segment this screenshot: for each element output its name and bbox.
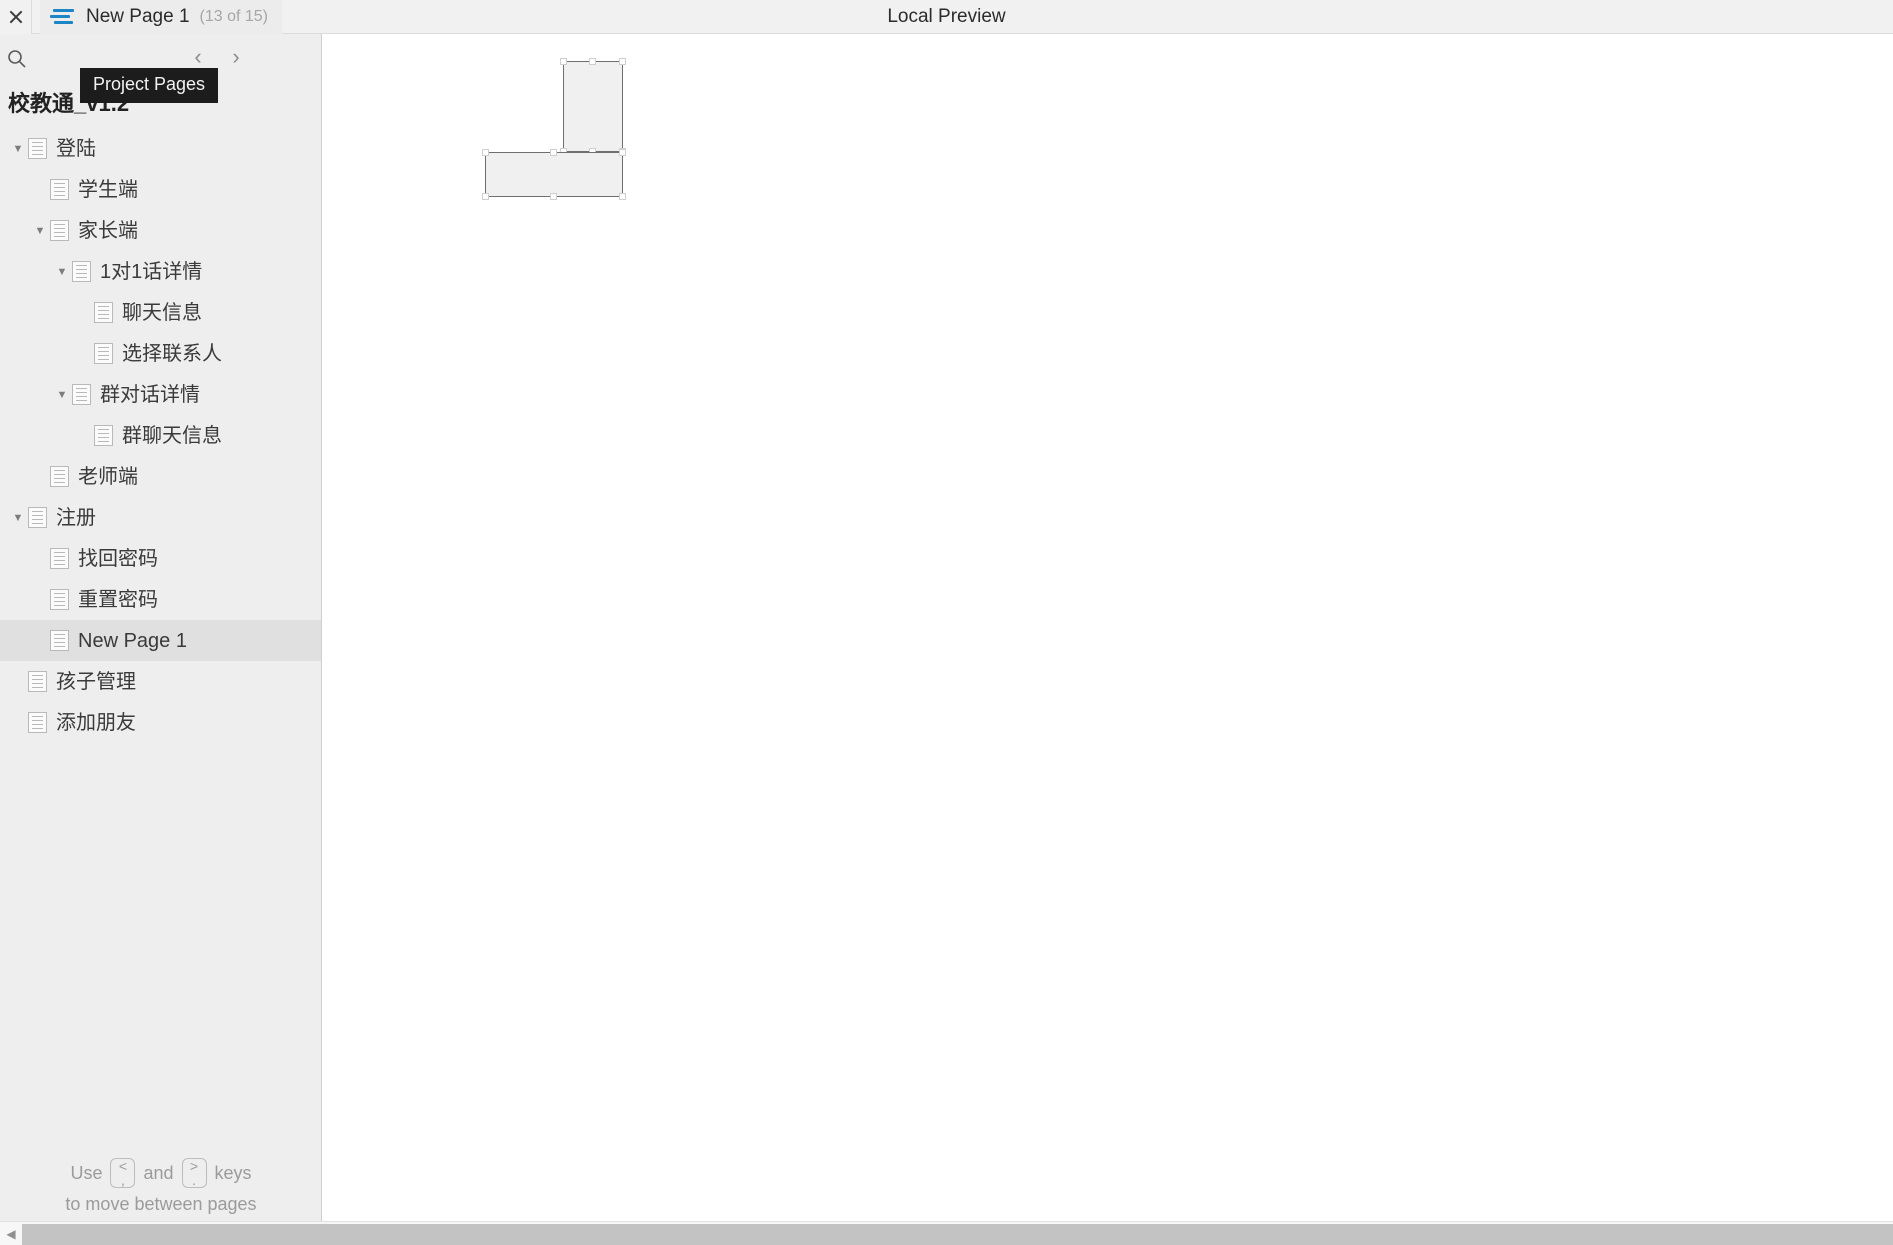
selection-handles	[560, 58, 626, 155]
tree-item-label: 群对话详情	[100, 383, 200, 406]
tree-twisty-expanded-icon[interactable]: ▼	[52, 262, 72, 282]
horizontal-scrollbar[interactable]: ◀	[0, 1221, 1893, 1245]
tree-twisty-spacer	[8, 713, 28, 733]
tree-item[interactable]: 学生端	[0, 169, 321, 210]
tree-twisty-spacer	[8, 672, 28, 692]
tree-item-label: 老师端	[78, 465, 138, 488]
hint-and: and	[143, 1162, 174, 1183]
tree-item[interactable]: 孩子管理	[0, 661, 321, 702]
key-previous-bottom: ,	[121, 1172, 125, 1188]
page-nav-arrows: ‹ ›	[186, 44, 248, 70]
tree-item-label: 聊天信息	[122, 301, 202, 324]
key-next-top: >	[189, 1158, 199, 1174]
previous-page-button[interactable]: ‹	[186, 44, 210, 70]
tree-twisty-spacer	[74, 426, 94, 446]
rectangle-horizontal[interactable]	[482, 149, 626, 200]
tree-item-label: 家长端	[78, 219, 138, 242]
hint-keys: keys	[214, 1162, 252, 1183]
local-preview-title-wrap: Local Preview	[0, 0, 1893, 34]
page-document-icon	[94, 302, 113, 323]
tree-item-label: 1对1话详情	[100, 260, 203, 283]
key-previous-top: <	[118, 1158, 128, 1174]
preview-canvas[interactable]	[323, 34, 1893, 1221]
tree-item-label: 找回密码	[78, 547, 158, 570]
tree-item[interactable]: 选择联系人	[0, 333, 321, 374]
page-document-icon	[50, 589, 69, 610]
tree-twisty-expanded-icon[interactable]: ▼	[52, 385, 72, 405]
key-next: > .	[181, 1158, 207, 1188]
page-document-icon	[50, 466, 69, 487]
tree-twisty-spacer	[30, 631, 50, 651]
search-icon[interactable]	[2, 44, 30, 72]
tree-item-label: 注册	[56, 506, 96, 529]
tree-item-label: 孩子管理	[56, 670, 136, 693]
key-previous: < ,	[110, 1158, 136, 1188]
selection-handles	[482, 149, 626, 200]
tree-item[interactable]: ▼ 注册	[0, 497, 321, 538]
tree-item[interactable]: 聊天信息	[0, 292, 321, 333]
hamburger-menu-icon[interactable]	[50, 8, 76, 26]
tree-item[interactable]: New Page 1	[0, 620, 321, 661]
tree-twisty-expanded-icon[interactable]: ▼	[30, 221, 50, 241]
tree-twisty-spacer	[30, 180, 50, 200]
tree-twisty-expanded-icon[interactable]: ▼	[8, 508, 28, 528]
tree-twisty-spacer	[30, 549, 50, 569]
tree-item[interactable]: 群聊天信息	[0, 415, 321, 456]
project-pages-tooltip: Project Pages	[80, 68, 219, 103]
page-document-icon	[94, 343, 113, 364]
page-document-icon	[72, 384, 91, 405]
tree-item[interactable]: 老师端	[0, 456, 321, 497]
page-document-icon	[72, 261, 91, 282]
page-tab-count: (13 of 15)	[199, 8, 268, 25]
hint-line-2: to move between pages	[65, 1194, 257, 1214]
tree-item[interactable]: ▼ 登陆	[0, 128, 321, 169]
key-next-bottom: .	[192, 1172, 196, 1188]
page-tree: ▼ 登陆学生端 ▼ 家长端 ▼ 1对1话详情聊天信息选择联系人 ▼ 群对话详情群聊天信息老师端…	[0, 128, 321, 743]
tree-twisty-spacer	[30, 467, 50, 487]
top-bar: Local Preview New Page 1 (13 of 15)	[0, 0, 1893, 34]
scrollbar-thumb[interactable]	[22, 1224, 1893, 1245]
tree-item-label: 登陆	[56, 137, 96, 160]
tree-twisty-expanded-icon[interactable]: ▼	[8, 139, 28, 159]
local-preview-title: Local Preview	[887, 6, 1006, 27]
page-document-icon	[94, 425, 113, 446]
hint-use: Use	[70, 1162, 103, 1183]
tree-item[interactable]: 添加朋友	[0, 702, 321, 743]
keyboard-hint: Use < , and > . keys to move between pag…	[0, 1158, 321, 1215]
page-document-icon	[50, 548, 69, 569]
tree-item-label: 学生端	[78, 178, 138, 201]
page-tab[interactable]: New Page 1 (13 of 15)	[40, 0, 282, 34]
page-document-icon	[28, 712, 47, 733]
rectangle-vertical[interactable]	[560, 58, 626, 155]
page-document-icon	[50, 179, 69, 200]
tree-item-label: 群聊天信息	[122, 424, 222, 447]
scroll-left-arrow-icon[interactable]: ◀	[0, 1222, 22, 1245]
page-document-icon	[50, 220, 69, 241]
next-page-button[interactable]: ›	[224, 44, 248, 70]
page-document-icon	[28, 671, 47, 692]
page-document-icon	[28, 507, 47, 528]
close-button[interactable]	[0, 0, 32, 34]
tree-item[interactable]: ▼ 群对话详情	[0, 374, 321, 415]
project-pages-sidebar: ‹ › Project Pages 校教通_v1.2 ▼ 登陆 学生端 ▼ 家长端 ▼ 1对…	[0, 34, 322, 1221]
page-tab-title: New Page 1	[86, 6, 190, 27]
tree-item[interactable]: 找回密码	[0, 538, 321, 579]
tree-item-label: New Page 1	[78, 629, 187, 652]
tree-twisty-spacer	[74, 344, 94, 364]
page-document-icon	[50, 630, 69, 651]
page-document-icon	[28, 138, 47, 159]
tree-item[interactable]: 重置密码	[0, 579, 321, 620]
tree-item-label: 添加朋友	[56, 711, 136, 734]
tree-item[interactable]: ▼ 家长端	[0, 210, 321, 251]
tree-item-label: 选择联系人	[122, 342, 222, 365]
tree-item-label: 重置密码	[78, 588, 158, 611]
pinwheel-preview-window: Local Preview New Page 1 (13 of 15) ‹ › …	[0, 0, 1893, 1245]
tree-twisty-spacer	[30, 590, 50, 610]
tree-twisty-spacer	[74, 303, 94, 323]
tree-item[interactable]: ▼ 1对1话详情	[0, 251, 321, 292]
close-icon	[8, 9, 24, 25]
